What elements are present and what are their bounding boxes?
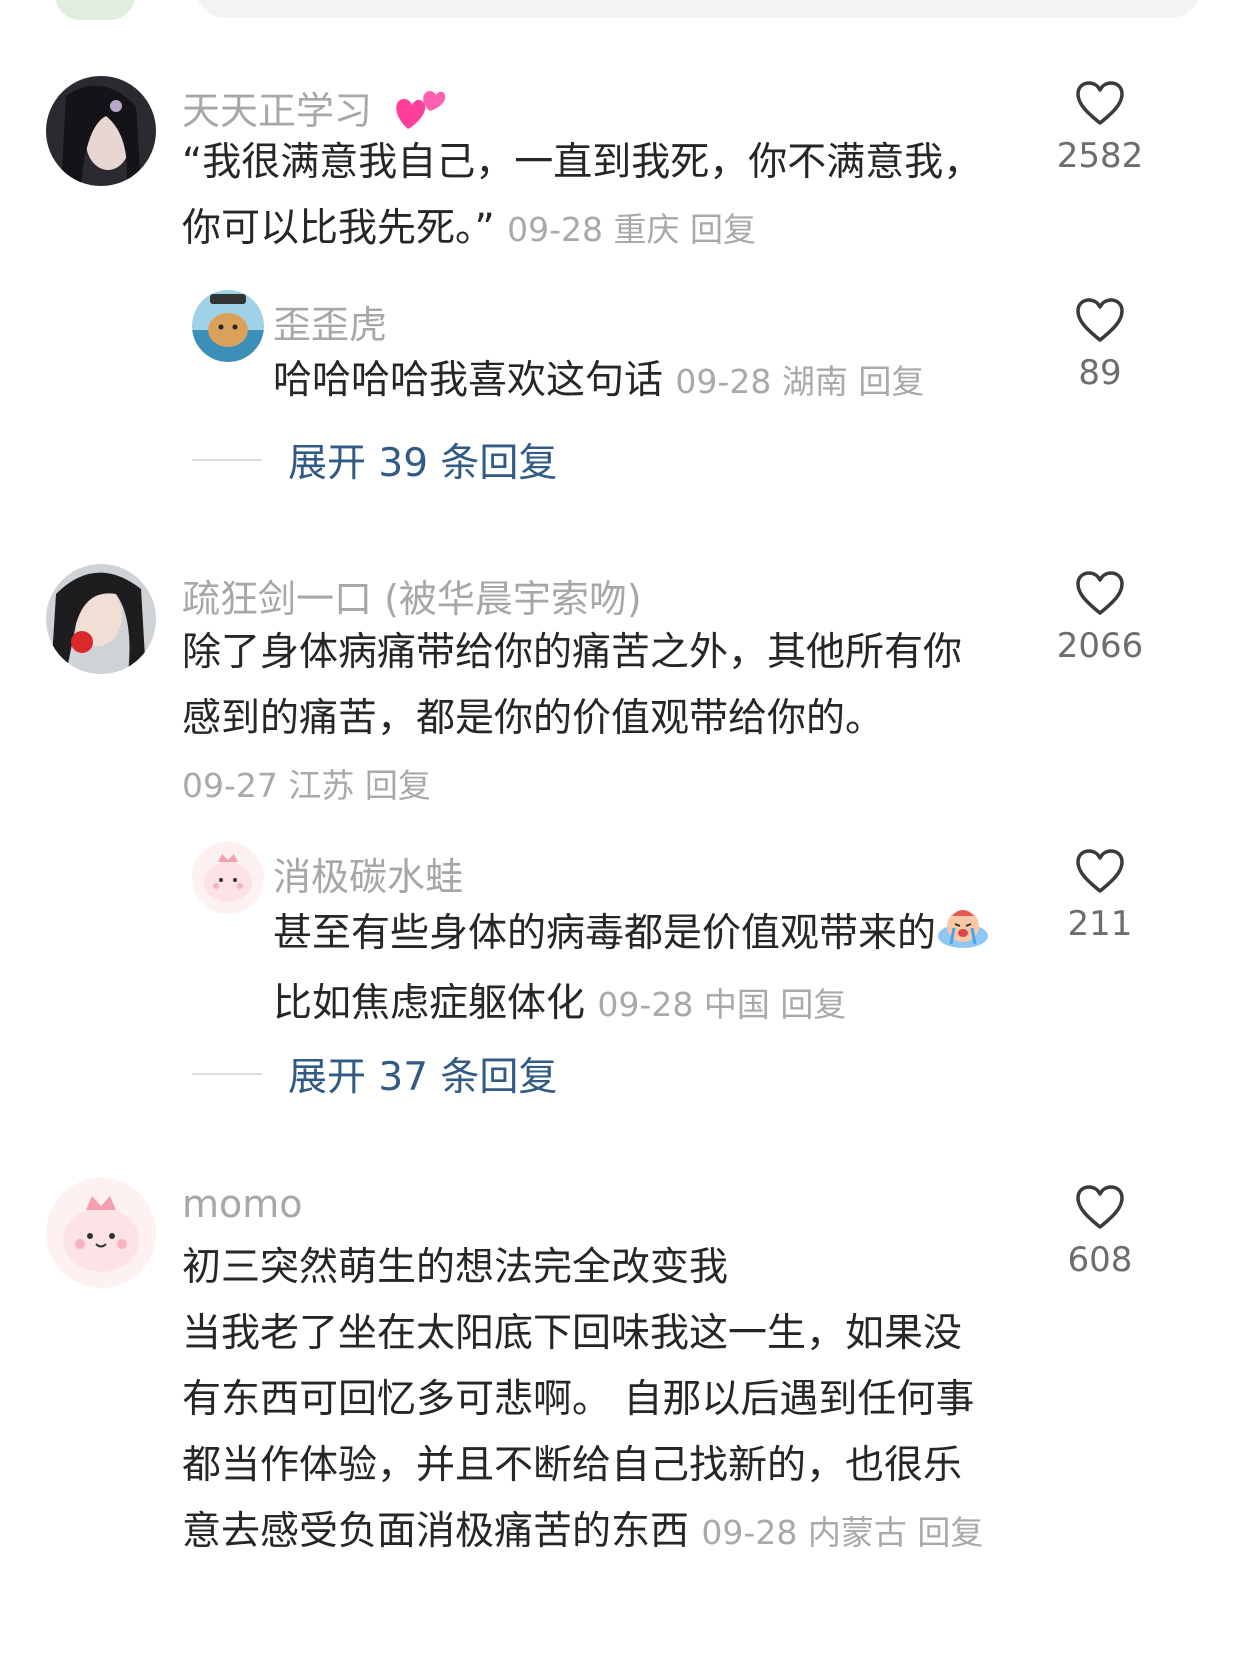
comment-location: 重庆 — [613, 210, 680, 249]
reply-button[interactable]: 回复 — [690, 210, 756, 249]
reply-date: 09-28 — [675, 362, 772, 401]
divider — [192, 459, 262, 461]
reply-date: 09-28 — [597, 985, 694, 1024]
reply-button[interactable]: 回复 — [858, 362, 924, 401]
like-count: 2582 — [1056, 136, 1144, 176]
like-button[interactable]: 2582 — [1030, 80, 1170, 176]
reply-username[interactable]: 歪歪虎 — [273, 294, 387, 349]
comment-location: 江苏 — [288, 766, 355, 805]
like-button[interactable]: 89 — [1030, 297, 1170, 393]
heart-outline-icon — [1076, 571, 1124, 615]
comment-text: 初三突然萌生的想法完全改变我 当我老了坐在太阳底下回味我这一生，如果没 有东西可… — [182, 1245, 984, 1554]
expand-replies-label[interactable]: 展开 37 条回复 — [288, 1046, 557, 1102]
heart-outline-icon — [1076, 81, 1124, 125]
comment-date: 09-28 — [507, 210, 604, 249]
heart-outline-icon — [1076, 849, 1124, 893]
comment-date: 09-27 — [182, 766, 278, 805]
heart-outline-icon — [1076, 1185, 1124, 1229]
reply-button[interactable]: 回复 — [780, 985, 846, 1024]
expand-replies-label[interactable]: 展开 39 条回复 — [288, 432, 557, 488]
comment-username[interactable]: momo — [182, 1182, 303, 1226]
like-button[interactable]: 608 — [1030, 1184, 1170, 1280]
reply-avatar[interactable] — [192, 290, 264, 362]
divider — [192, 1073, 262, 1075]
expand-replies-button[interactable]: 展开 37 条回复 — [192, 1046, 557, 1102]
expand-replies-button[interactable]: 展开 39 条回复 — [192, 432, 557, 488]
reply-text: 甚至有些身体的病毒都是价值观带来的 比如焦虑症躯体化 09-28 中国 回复 — [273, 900, 1053, 1038]
crying-emoji — [936, 900, 990, 971]
reply-button[interactable]: 回复 — [917, 1513, 983, 1552]
avatar[interactable] — [46, 1178, 156, 1288]
avatar[interactable] — [46, 76, 156, 186]
comment-location: 内蒙古 — [807, 1513, 907, 1552]
reply-button[interactable]: 回复 — [365, 766, 431, 805]
avatar[interactable] — [46, 564, 156, 674]
comment-date: 09-28 — [701, 1513, 798, 1552]
previous-avatar — [55, 0, 135, 20]
like-count: 2066 — [1056, 626, 1144, 666]
like-count: 89 — [1078, 353, 1122, 393]
reply-username[interactable]: 消极碳水蛙 — [273, 846, 463, 901]
like-count: 608 — [1067, 1240, 1133, 1280]
comment-text: “我很满意我自己，一直到我死，你不满意我， 你可以比我先死。” 09-28 重庆… — [182, 140, 983, 251]
reply-avatar[interactable] — [192, 842, 264, 914]
like-button[interactable]: 2066 — [1030, 570, 1170, 666]
like-count: 211 — [1067, 904, 1133, 944]
reply-location: 中国 — [703, 985, 770, 1024]
like-button[interactable]: 211 — [1030, 848, 1170, 944]
heart-outline-icon — [1076, 298, 1124, 342]
previous-comment-bubble — [196, 0, 1200, 18]
comment-username[interactable]: 疏狂剑一口 (被华晨宇索吻) — [182, 568, 642, 623]
reply-text: 哈哈哈哈我喜欢这句话 09-28 湖南 回复 — [273, 358, 925, 403]
reply-location: 湖南 — [781, 362, 848, 401]
comment-text: 除了身体病痛带给你的痛苦之外，其他所有你 感到的痛苦，都是你的价值观带给你的。 … — [182, 630, 963, 805]
